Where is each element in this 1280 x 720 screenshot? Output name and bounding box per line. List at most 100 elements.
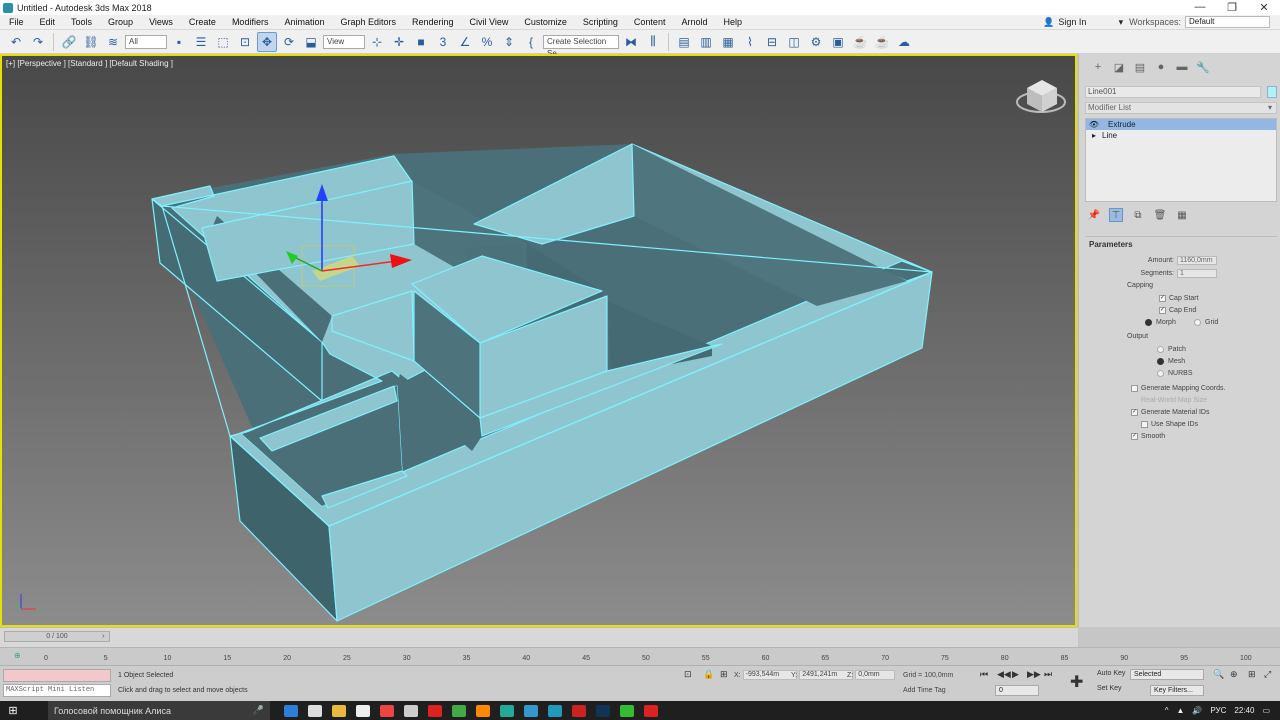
set-key-button[interactable]: Set Key [1097,685,1122,692]
morph-radio[interactable] [1145,318,1152,326]
track-bar[interactable]: ⊕ 0 5 10 15 20 25 30 35 40 45 50 55 60 65 70 75 80 85 90 95… [0,647,1280,665]
photoshop-icon[interactable] [596,704,610,717]
acrobat-icon[interactable] [572,704,586,717]
make-unique-icon[interactable]: ⧉ [1131,208,1145,222]
angle-snap-icon[interactable]: ∠ [455,32,475,52]
menu-views[interactable]: Views [140,17,180,27]
app-icon[interactable] [452,704,466,717]
network-icon[interactable]: ▲ [1176,706,1184,715]
render-setup-icon[interactable]: ⚙ [806,32,826,52]
curve-editor-icon[interactable]: ⌇ [740,32,760,52]
next-frame-icon[interactable]: ▶▶ [1027,669,1041,680]
select-object-icon[interactable]: ▪ [169,32,189,52]
menu-group[interactable]: Group [99,17,140,27]
keyboard-shortcut-icon[interactable]: ■ [411,32,431,52]
patch-radio[interactable]: Patch [1085,343,1277,355]
hierarchy-tab-icon[interactable]: ▤ [1131,59,1149,75]
opera-icon[interactable] [428,704,442,717]
show-end-result-icon[interactable]: ⊤ [1109,208,1123,222]
zoom-icon[interactable]: 🔍 [1213,669,1224,680]
named-selection-sets-input[interactable]: Create Selection Se [543,34,619,58]
menu-graph-editors[interactable]: Graph Editors [331,17,403,27]
menu-edit[interactable]: Edit [31,17,63,27]
menu-content[interactable]: Content [625,17,673,27]
x-coordinate-field[interactable]: -993,544m [742,670,797,680]
material-editor-icon[interactable]: ◫ [784,32,804,52]
explorer-icon[interactable] [332,704,346,717]
close-button[interactable]: ✕ [1248,1,1280,14]
unlink-icon[interactable]: ⛓ [81,32,101,52]
prev-frame-icon[interactable]: ◀◀ [997,669,1011,680]
windows-start-icon[interactable]: ⊞ [0,704,26,717]
firefox-icon[interactable] [476,704,490,717]
tray-arrow-icon[interactable]: ^ [1165,706,1169,715]
stack-item-extrude[interactable]: 👁 Extrude [1086,119,1276,130]
z-coordinate-field[interactable]: 0,0mm [855,670,896,680]
volume-icon[interactable]: 🔊 [1192,706,1202,715]
cap-start-checkbox[interactable]: ✓ Cap Start [1085,292,1277,304]
configure-sets-icon[interactable]: ▦ [1175,208,1189,222]
microphone-icon[interactable]: 🎤 [253,705,264,716]
time-slider-knob[interactable]: 0 / 100 [4,631,110,642]
menu-civil-view[interactable]: Civil View [461,17,516,27]
viewport-label[interactable]: [+] [Perspective ] [Standard ] [Default … [6,59,173,68]
select-by-name-icon[interactable]: ☰ [191,32,211,52]
menu-file[interactable]: File [0,17,31,27]
app-icon[interactable] [404,704,418,717]
menu-rendering[interactable]: Rendering [403,17,461,27]
undo-icon[interactable]: ↶ [6,32,26,52]
menu-animation[interactable]: Animation [275,17,331,27]
menu-help[interactable]: Help [714,17,749,27]
scene-render[interactable] [2,56,1075,625]
scene-explorer-icon[interactable]: ▤ [674,32,694,52]
edge-icon[interactable] [284,704,298,717]
perspective-viewport[interactable]: [+] [Perspective ] [Standard ] [Default … [0,54,1077,627]
motion-tab-icon[interactable]: ● [1152,59,1170,75]
align-icon[interactable]: ⫼ [643,32,663,52]
parameters-title[interactable]: Parameters [1085,236,1277,249]
track-bar-toggle-icon[interactable]: ⊕ [14,651,21,660]
grid-radio[interactable] [1194,318,1201,326]
restore-button[interactable]: ❐ [1216,1,1248,14]
selection-region-icon[interactable]: ⬚ [213,32,233,52]
key-filters-button[interactable]: Key Filters... [1150,685,1204,696]
link-icon[interactable]: 🔗 [59,32,79,52]
maxscript-listener-input[interactable] [3,669,111,682]
app-icon[interactable] [620,704,634,717]
toggle-ribbon-icon[interactable]: ▦ [718,32,738,52]
use-shape-ids-checkbox[interactable]: Use Shape IDs [1085,418,1277,430]
notifications-icon[interactable]: ▭ [1262,706,1270,715]
goto-end-icon[interactable]: ⏭ [1044,669,1052,680]
auto-key-button[interactable]: Auto Key [1097,670,1125,677]
menu-scripting[interactable]: Scripting [574,17,625,27]
redo-icon[interactable]: ↷ [28,32,48,52]
eye-icon[interactable]: 👁 [1086,120,1102,129]
set-key-icon[interactable]: ✚ [1070,672,1083,692]
object-color-swatch[interactable] [1267,86,1277,98]
render-iterative-icon[interactable]: ☕ [872,32,892,52]
edit-named-selection-icon[interactable]: { [521,32,541,52]
wall-model[interactable] [151,143,933,622]
selection-filter-select[interactable]: All [125,34,167,49]
window-crossing-icon[interactable]: ⊡ [235,32,255,52]
add-time-tag[interactable]: Add Time Tag [903,687,946,694]
select-manipulate-icon[interactable]: ✛ [389,32,409,52]
modify-tab-icon[interactable]: ◪ [1110,59,1128,75]
snaps-toggle-icon[interactable]: 3 [433,32,453,52]
store-icon[interactable] [308,704,322,717]
chrome-icon[interactable] [380,704,394,717]
render-in-cloud-icon[interactable]: ☁ [894,32,914,52]
pivot-center-icon[interactable]: ⊹ [367,32,387,52]
bind-spacewarp-icon[interactable]: ≋ [103,32,123,52]
current-frame-field[interactable]: 0 [995,685,1039,696]
rendered-frame-window-icon[interactable]: ▣ [828,32,848,52]
segments-spinner[interactable]: 1 [1177,269,1217,278]
object-name-field[interactable]: Line001 [1085,86,1261,98]
utilities-tab-icon[interactable]: 🔧 [1194,59,1212,75]
gen-mapping-checkbox[interactable]: Generate Mapping Coords. [1085,382,1277,394]
real-world-checkbox[interactable]: Real-World Map Size [1085,394,1277,406]
time-slider[interactable]: 0 / 100 › [0,627,1078,647]
voice-assistant-search[interactable]: Голосовой помощник Алиса 🎤 [48,701,270,720]
select-scale-icon[interactable]: ⬓ [301,32,321,52]
maxscript-mini-listener[interactable]: MAXScript Mini Listen [3,684,111,697]
